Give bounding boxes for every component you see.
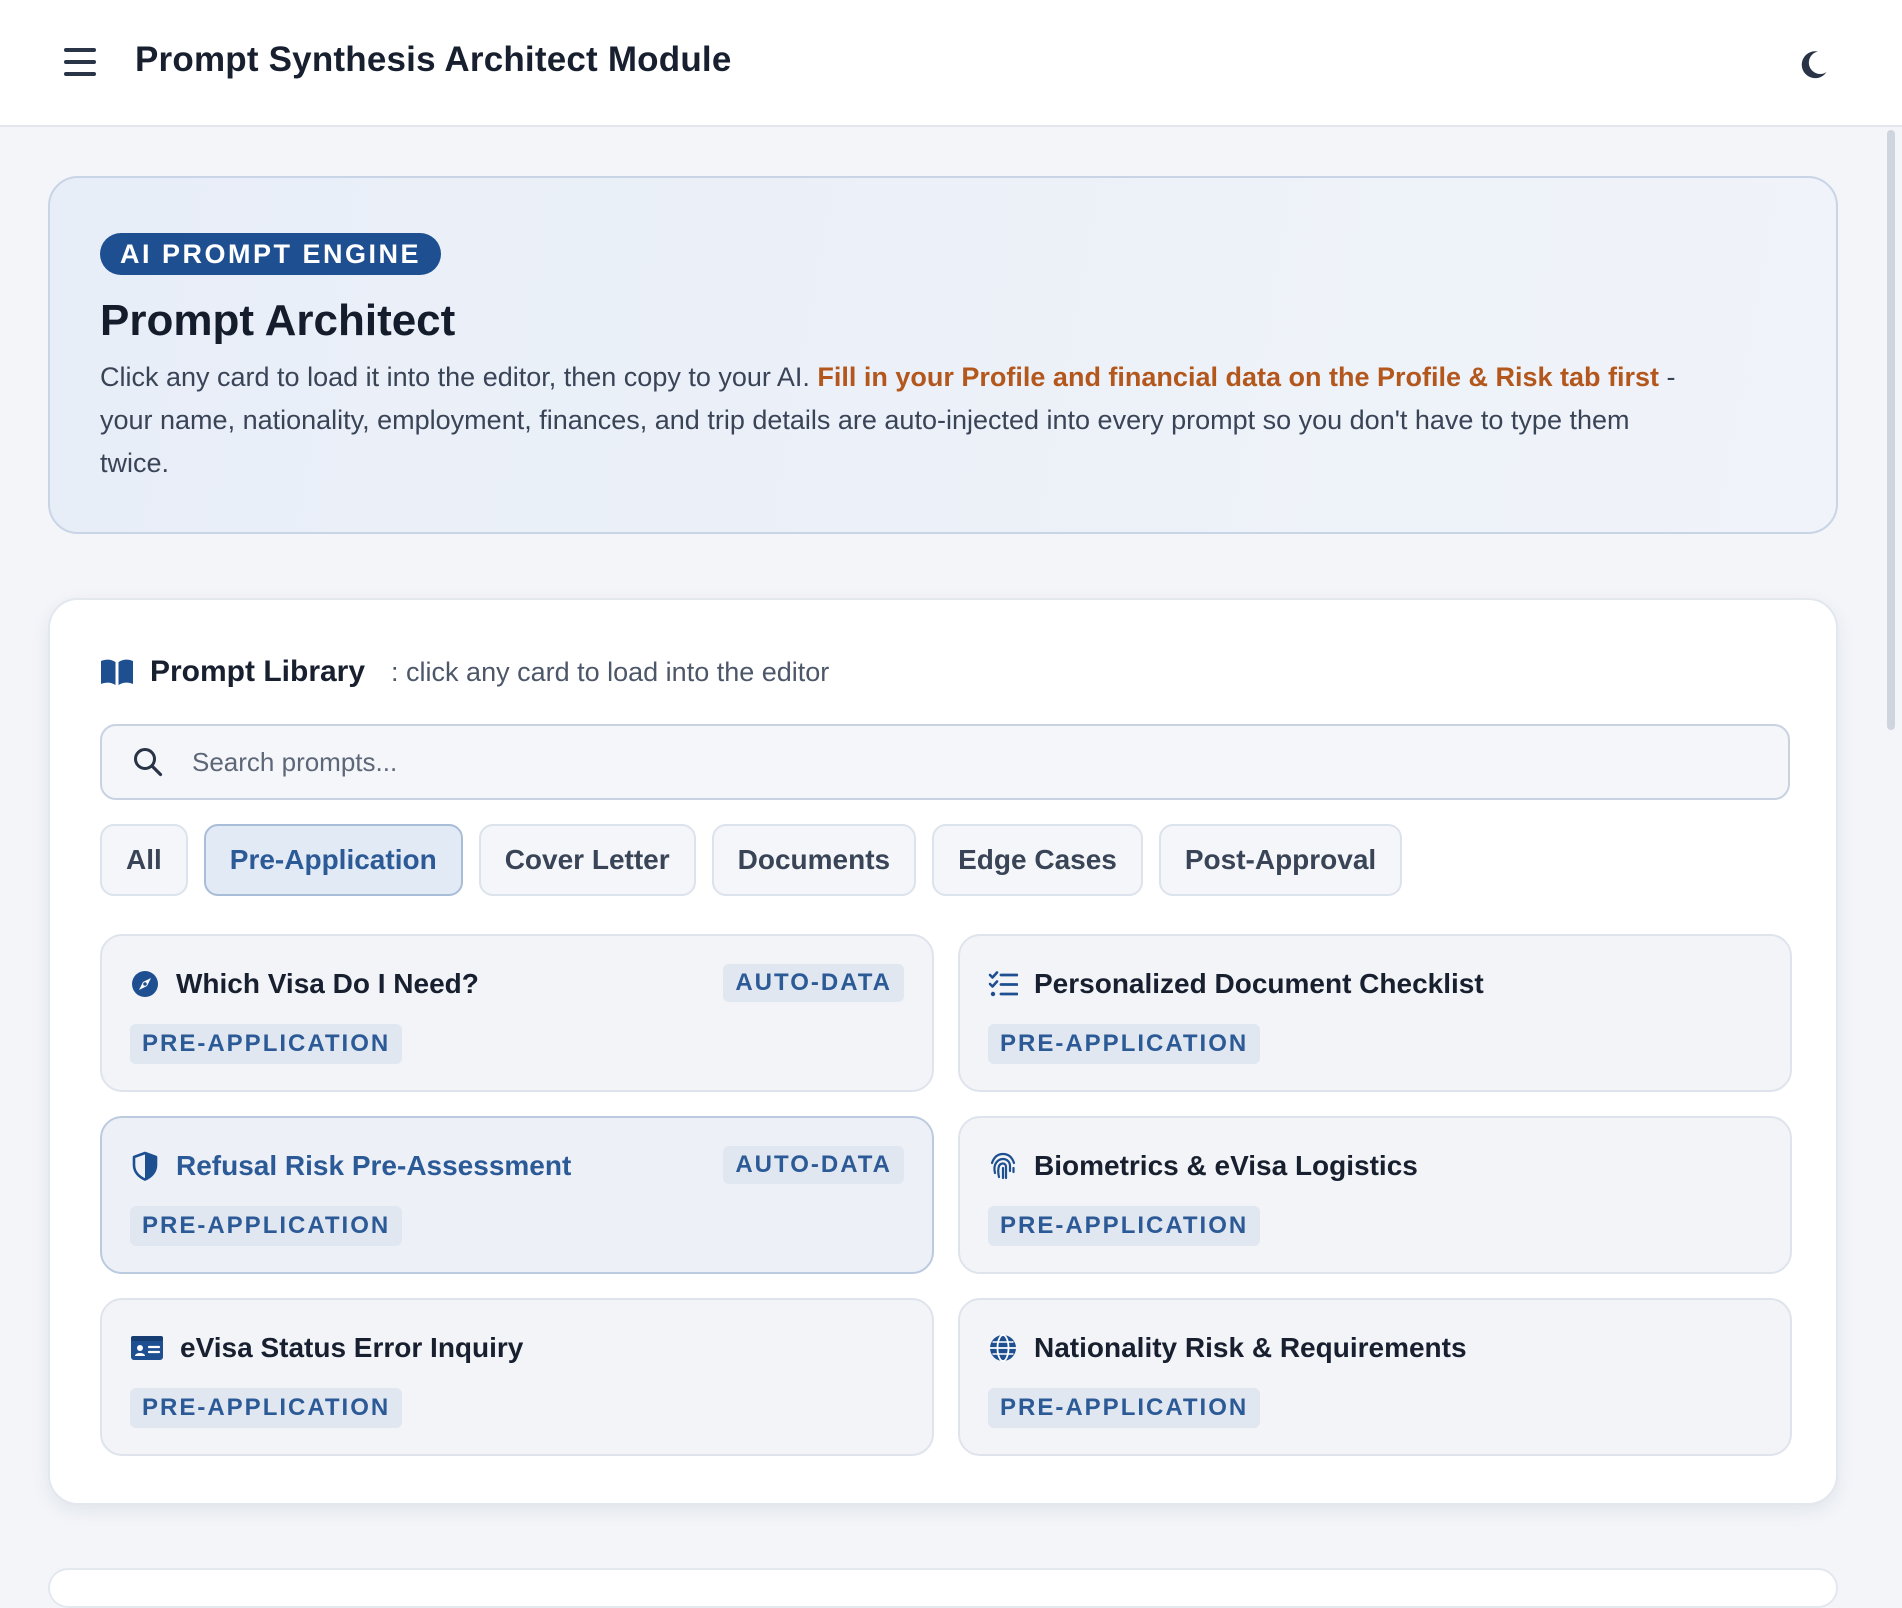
card-title: eVisa Status Error Inquiry [180,1332,524,1363]
tab-cover-letter[interactable]: Cover Letter [478,824,696,896]
card-header: Refusal Risk Pre-Assessment [130,1150,571,1182]
scrollbar[interactable] [1887,130,1895,730]
page-title: Prompt Architect [100,296,456,345]
next-panel [48,1568,1838,1608]
card-header: Which Visa Do I Need? [130,968,479,1000]
moon-icon[interactable] [1796,48,1830,82]
hero-description: Click any card to load it into the edito… [100,356,1680,485]
category-tag: PRE-APPLICATION [988,1388,1261,1428]
shield-icon [130,1151,160,1181]
tab-edge-cases[interactable]: Edge Cases [932,824,1143,896]
prompt-library-panel: Prompt Library : click any card to load … [48,598,1838,1505]
category-tag: PRE-APPLICATION [988,1024,1261,1064]
app-title: Prompt Synthesis Architect Module [135,40,732,79]
fingerprint-icon [988,1151,1018,1181]
category-tag: PRE-APPLICATION [130,1206,403,1246]
category-tag: PRE-APPLICATION [130,1388,403,1428]
card-title: Refusal Risk Pre-Assessment [176,1150,572,1181]
card-title: Personalized Document Checklist [1034,968,1484,999]
globe-icon [988,1333,1018,1363]
tab-post-approval[interactable]: Post-Approval [1158,824,1403,896]
prompt-card[interactable]: Which Visa Do I Need? AUTO-DATA PRE-APPL… [100,934,934,1092]
menu-icon[interactable] [60,44,100,80]
card-header: eVisa Status Error Inquiry [130,1332,523,1364]
library-title: Prompt Library [150,655,366,688]
hero-desc-intro: Click any card to load it into the edito… [100,362,818,392]
hero-panel: AI PROMPT ENGINE Prompt Architect Click … [48,176,1838,534]
prompt-card[interactable]: Refusal Risk Pre-Assessment AUTO-DATA PR… [100,1116,934,1274]
card-header: Nationality Risk & Requirements [988,1332,1467,1364]
checklist-icon [988,969,1018,999]
book-open-icon [101,659,133,685]
library-subtitle: : click any card to load into the editor [391,656,830,687]
card-title: Nationality Risk & Requirements [1034,1332,1467,1363]
prompt-card[interactable]: Nationality Risk & Requirements PRE-APPL… [958,1298,1792,1456]
card-title: Biometrics & eVisa Logistics [1034,1150,1418,1181]
top-bar: Prompt Synthesis Architect Module [0,0,1902,127]
category-tag: PRE-APPLICATION [130,1024,403,1064]
card-header: Biometrics & eVisa Logistics [988,1150,1418,1182]
hero-desc-highlight: Fill in your Profile and financial data … [817,362,1660,392]
search-icon [134,748,163,777]
tab-all[interactable]: All [100,824,188,896]
card-title: Which Visa Do I Need? [176,968,479,999]
category-tabs: All Pre-Application Cover Letter Documen… [100,824,1418,896]
tab-documents[interactable]: Documents [711,824,917,896]
auto-data-badge: AUTO-DATA [723,1146,904,1184]
id-card-icon [130,1333,164,1363]
prompt-card[interactable]: Personalized Document Checklist PRE-APPL… [958,934,1792,1092]
category-tag: PRE-APPLICATION [988,1206,1261,1246]
compass-icon [130,969,160,999]
library-header: Prompt Library : click any card to load … [100,655,829,689]
prompt-card[interactable]: Biometrics & eVisa Logistics PRE-APPLICA… [958,1116,1792,1274]
search-input[interactable] [192,732,1788,792]
prompt-card[interactable]: eVisa Status Error Inquiry PRE-APPLICATI… [100,1298,934,1456]
auto-data-badge: AUTO-DATA [723,964,904,1002]
card-header: Personalized Document Checklist [988,968,1484,1000]
engine-badge: AI PROMPT ENGINE [100,233,442,275]
search-box [100,724,1790,800]
tab-pre-application[interactable]: Pre-Application [203,824,463,896]
